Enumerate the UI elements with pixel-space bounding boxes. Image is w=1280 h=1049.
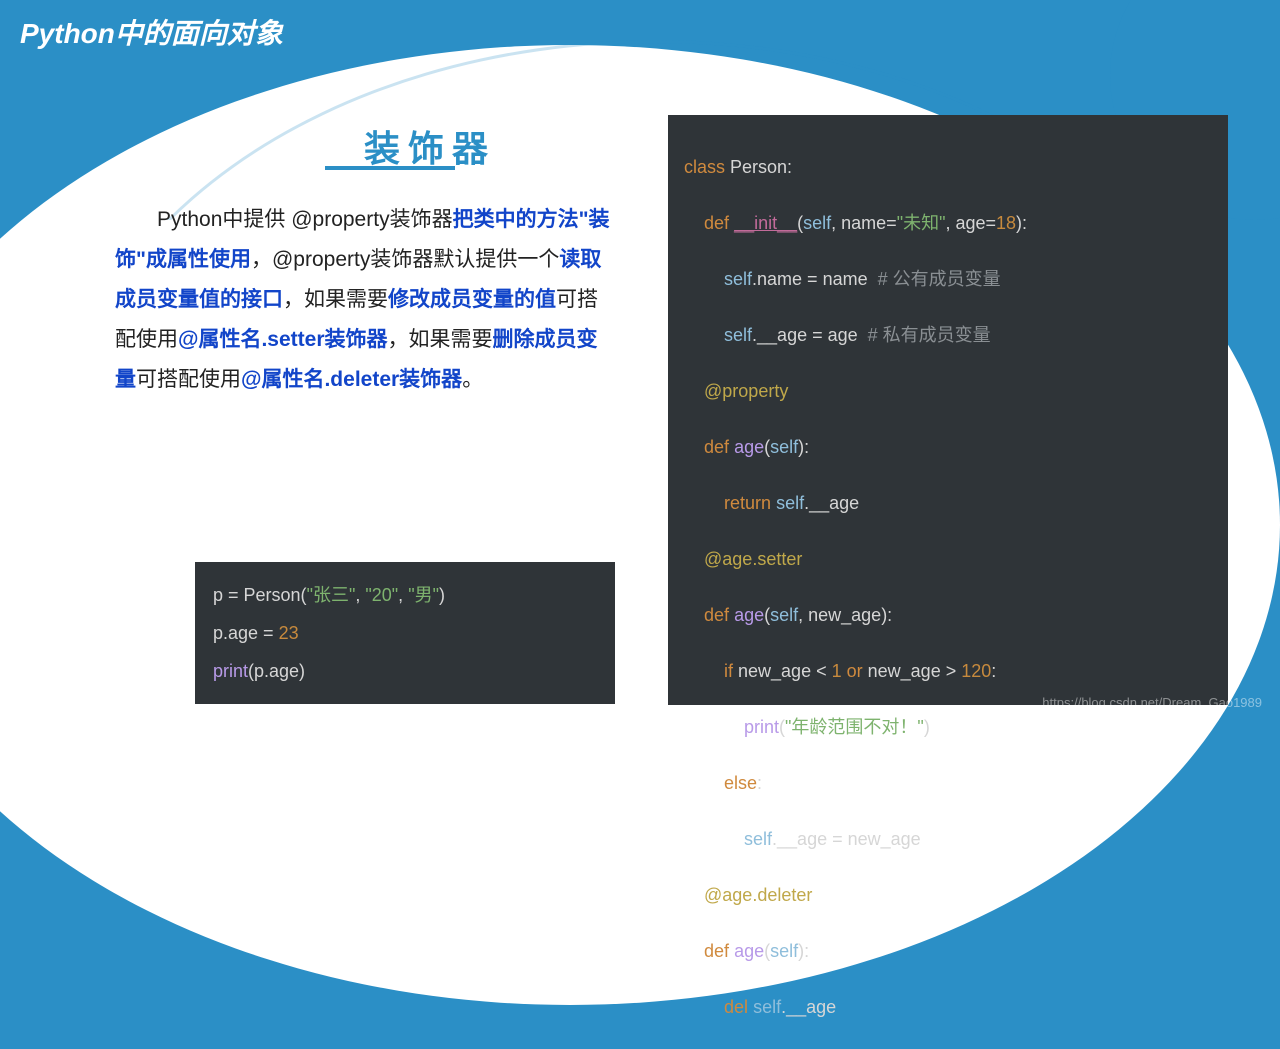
left-content: 装饰器 Python中提供 @property装饰器把类中的方法"装饰"成属性使…: [115, 120, 615, 400]
code-line: class Person:: [684, 153, 1212, 181]
code-line: self.__age = age # 私有成员变量: [684, 321, 1212, 349]
para-text: 。: [462, 368, 483, 391]
left-code-block: p = Person("张三", "20", "男") p.age = 23 p…: [195, 562, 615, 704]
para-text: 可搭配使用: [136, 368, 241, 391]
para-highlight: @属性名.setter装饰器: [178, 328, 388, 351]
code-line: def age(self, new_age):: [684, 601, 1212, 629]
code-line: @property: [684, 377, 1212, 405]
para-text: ，如果需要: [388, 328, 493, 351]
slide-title: Python中的面向对象: [20, 12, 283, 52]
para-text: ，@property装饰器默认提供一个: [251, 248, 559, 271]
code-line: p.age = 23: [213, 614, 597, 652]
code-line: def age(self):: [684, 433, 1212, 461]
code-line: return self.__age: [684, 489, 1212, 517]
para-text: Python中提供 @property装饰器: [157, 208, 453, 231]
code-line: self.name = name # 公有成员变量: [684, 265, 1212, 293]
right-code-block: class Person: def __init__(self, name="未…: [668, 115, 1228, 705]
code-line: def age(self):: [684, 937, 1212, 965]
code-line: @age.deleter: [684, 881, 1212, 909]
code-line: print("年龄范围不对！"): [684, 713, 1212, 741]
para-highlight: @属性名.deleter装饰器: [241, 368, 462, 391]
code-line: def __init__(self, name="未知", age=18):: [684, 209, 1212, 237]
para-text: ，如果需要: [283, 288, 388, 311]
body-paragraph: Python中提供 @property装饰器把类中的方法"装饰"成属性使用，@p…: [115, 200, 615, 400]
watermark: https://blog.csdn.net/Dream_Gao1989: [1042, 695, 1262, 710]
code-line: @age.setter: [684, 545, 1212, 573]
code-line: print(p.age): [213, 652, 597, 690]
code-line: self.__age = new_age: [684, 825, 1212, 853]
sub-heading: 装饰器: [245, 120, 615, 172]
code-line: del self.__age: [684, 993, 1212, 1021]
code-line: if new_age < 1 or new_age > 120:: [684, 657, 1212, 685]
code-line: else:: [684, 769, 1212, 797]
para-highlight: 修改成员变量的值: [388, 288, 556, 311]
code-line: p = Person("张三", "20", "男"): [213, 576, 597, 614]
